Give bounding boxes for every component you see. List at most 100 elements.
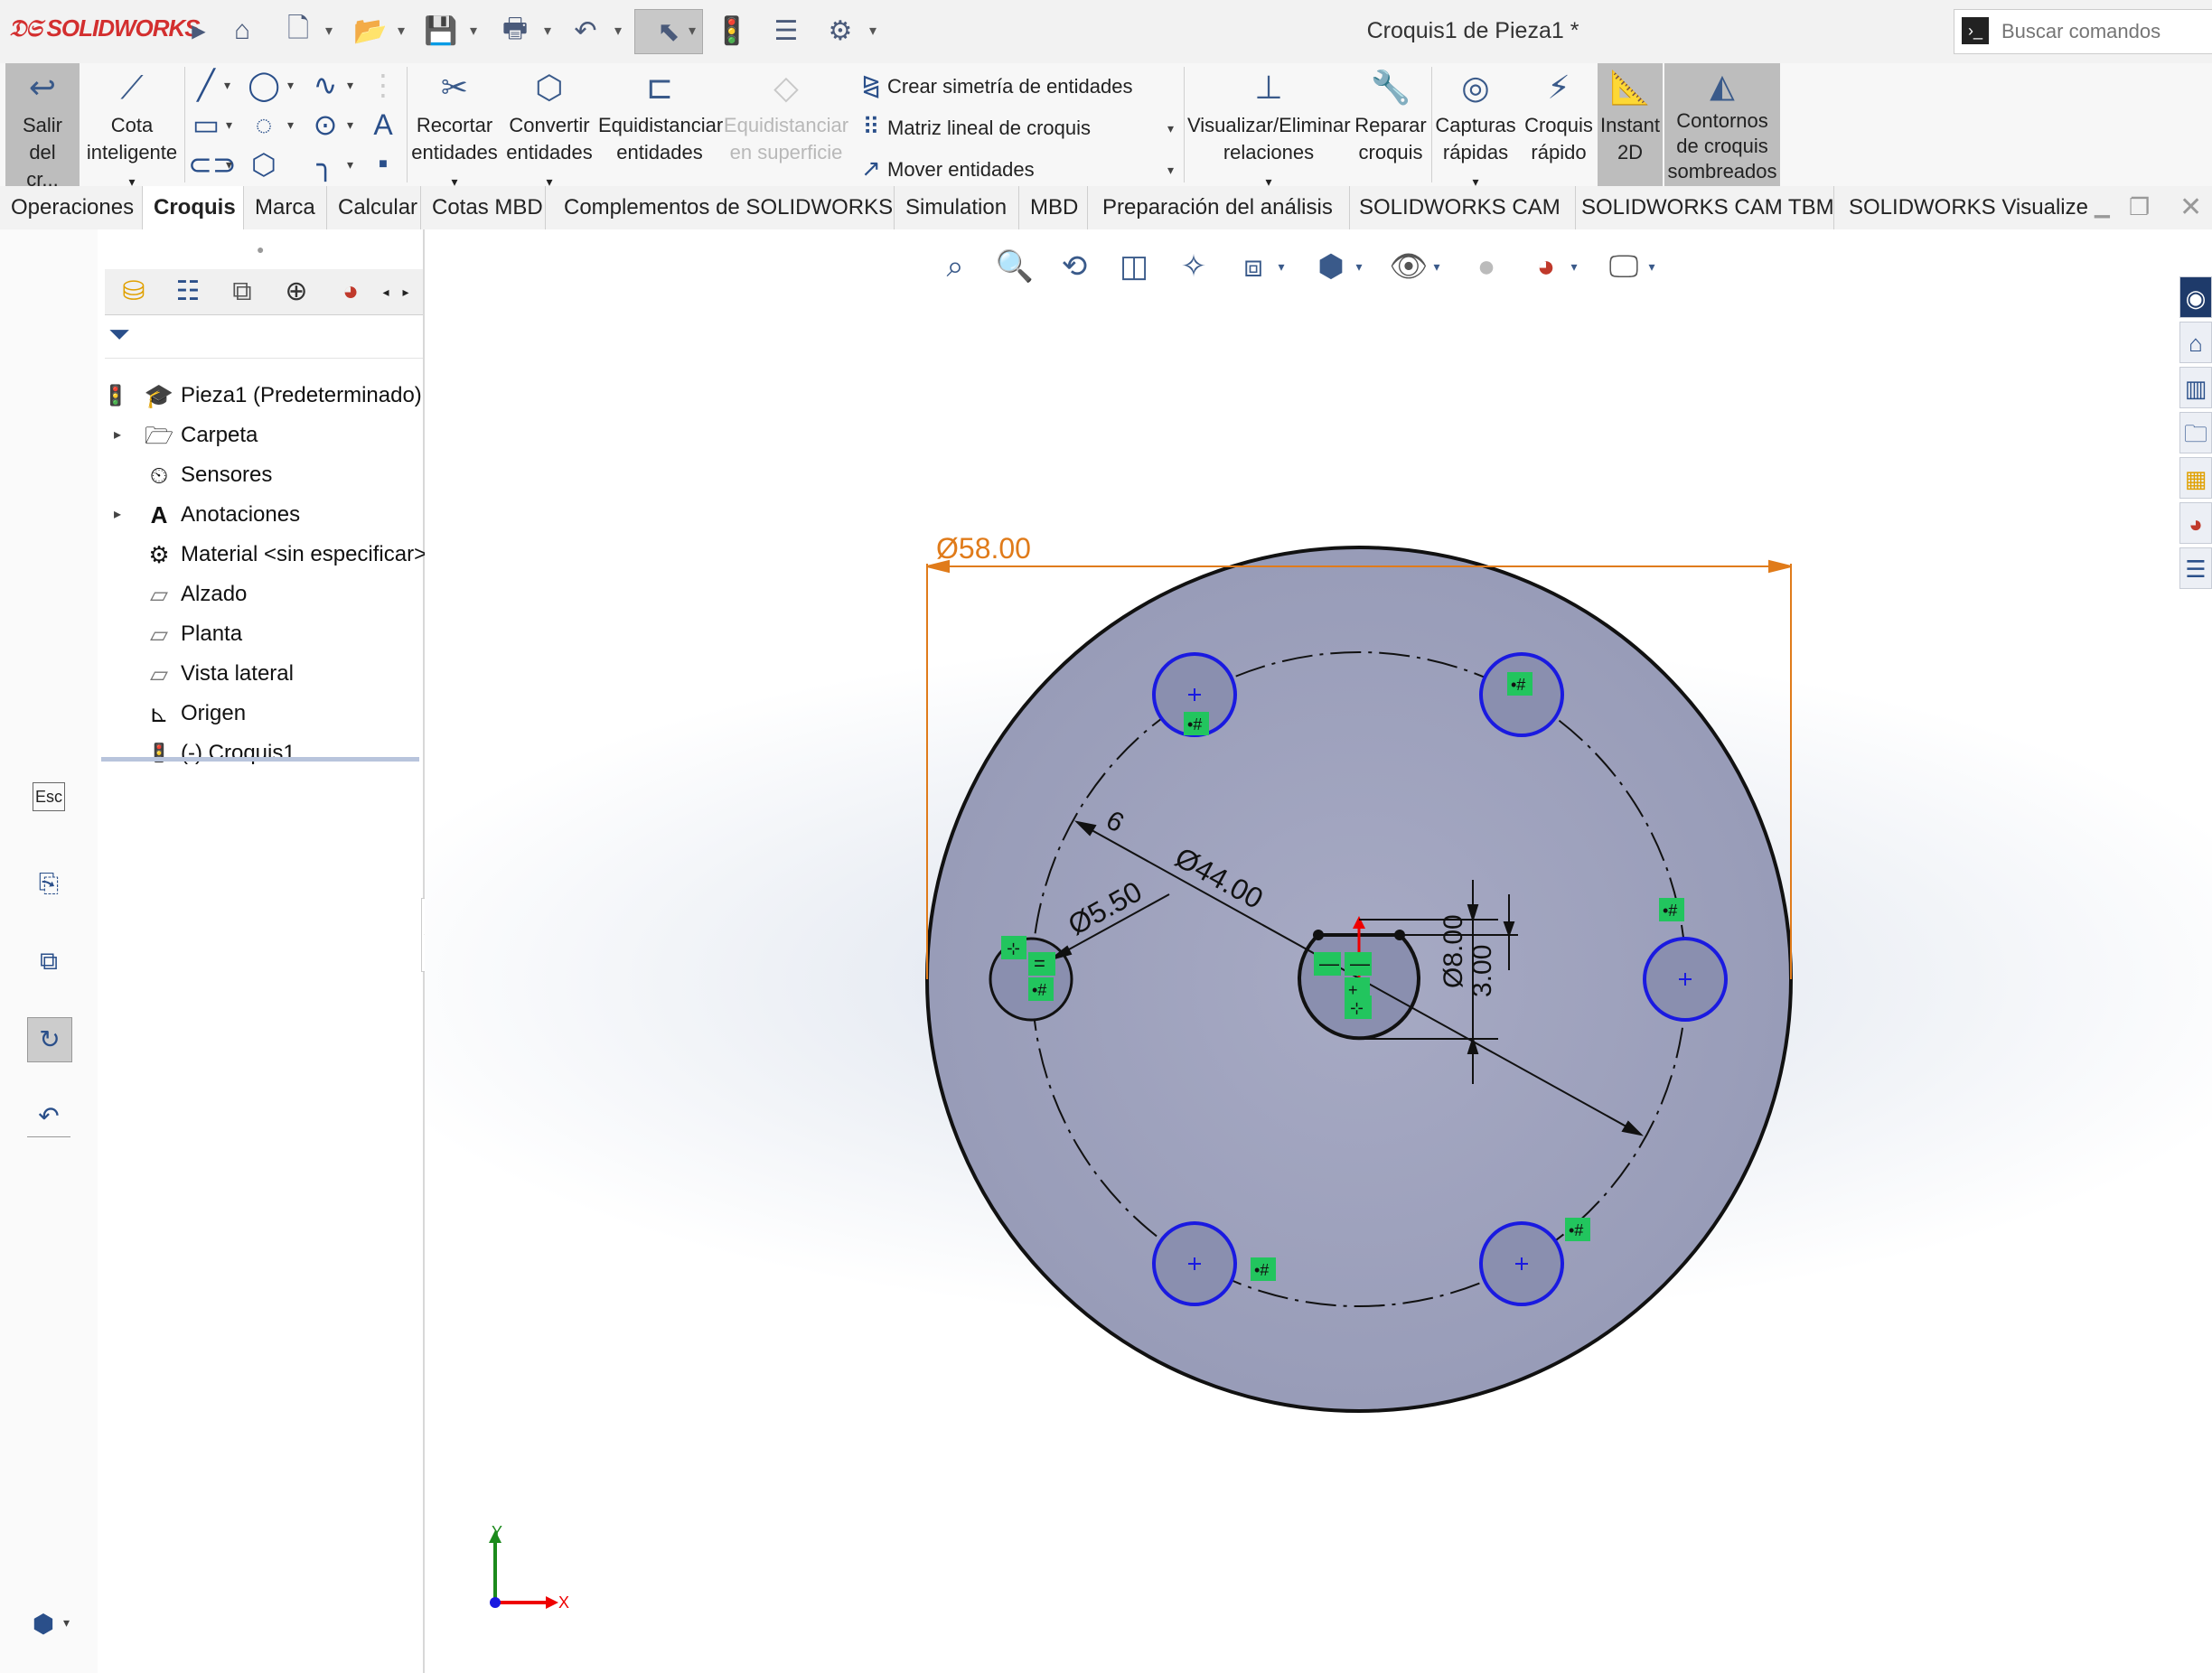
text-tool-icon[interactable]: A <box>365 107 401 143</box>
menu-expand-arrow-icon[interactable]: ▶ <box>177 9 220 52</box>
sensor-icon: ⏲ <box>149 462 169 489</box>
new-dropdown-icon[interactable]: ▾ <box>325 22 333 40</box>
close-icon[interactable]: ✕ <box>2179 192 2202 223</box>
save-dropdown-icon[interactable]: ▾ <box>470 22 477 40</box>
shaded-sketch-contours-button[interactable]: ◭ Contornos de croquis sombreados <box>1664 63 1780 186</box>
pattern-dropdown-icon[interactable]: ▾ <box>1167 121 1174 136</box>
graphics-area[interactable]: ⌕ 🔍 ⟲ ◫ ✧ ⧈ ▾ ⬢ ▾ 👁 ▾ ● ◕ ▾ 🖵 ▾ ◉ ⌂ ▥ 🗀 … <box>425 229 2212 1673</box>
open-icon[interactable]: 📂 <box>349 9 392 52</box>
move-dropdown-icon[interactable]: ▾ <box>1167 163 1174 178</box>
triad-x-label: X <box>558 1594 569 1612</box>
slot-dropdown-icon[interactable]: ▾ <box>226 157 232 173</box>
tab-cotas-mbd[interactable]: Cotas MBD <box>421 186 546 229</box>
tab-marca[interactable]: Marca <box>244 186 327 229</box>
relations-icon: ⊥ <box>1254 69 1283 106</box>
exit-sketch-button[interactable]: ↩ Salir del cr... ▾ <box>5 63 80 216</box>
rebuild-traffic-light-icon[interactable]: 🚦 <box>710 9 754 52</box>
line-dropdown-icon[interactable]: ▾ <box>224 78 230 93</box>
dim-center-hole-text[interactable]: Ø8.00 <box>1439 914 1468 988</box>
dim-outer-text[interactable]: Ø58.00 <box>936 532 1031 565</box>
configuration-manager-tab-icon[interactable]: ⧉ <box>219 273 266 311</box>
fillet-dropdown-icon[interactable]: ▾ <box>347 157 353 173</box>
command-search[interactable]: ›_ <box>1954 9 2212 54</box>
polygon-tool-icon[interactable]: ⬡ <box>246 146 282 182</box>
rapid-sketch-button[interactable]: ⚡ Croquis rápido <box>1518 63 1599 186</box>
circle-dropdown-icon[interactable]: ▾ <box>287 78 294 93</box>
rectangle-dropdown-icon[interactable]: ▾ <box>226 117 232 133</box>
new-document-icon[interactable]: 🗋 <box>276 9 320 52</box>
tab-solidworks-cam-tbm[interactable]: SOLIDWORKS CAM TBM <box>1576 186 1834 229</box>
tab-preparacion-analisis[interactable]: Preparación del análisis <box>1088 186 1350 229</box>
display-delete-relations-button[interactable]: ⊥ Visualizar/Eliminar relaciones ▾ <box>1187 63 1351 189</box>
search-input[interactable] <box>2000 15 2211 48</box>
view-cube-dropdown-icon[interactable]: ▾ <box>63 1615 70 1631</box>
point-tool-icon[interactable]: ■ <box>365 146 401 182</box>
panel-scroll-left-icon[interactable]: ◂ <box>376 273 396 311</box>
select-dropdown-icon[interactable]: ▾ <box>689 22 696 40</box>
property-manager-tab-icon[interactable]: ☷ <box>164 273 211 311</box>
print-icon[interactable]: 🖶 <box>493 9 537 52</box>
rollback-bar[interactable] <box>101 757 419 762</box>
tab-calcular[interactable]: Calcular <box>327 186 421 229</box>
esc-button[interactable]: Esc <box>33 782 65 811</box>
fillet-tool-icon[interactable]: ╮ <box>307 146 343 182</box>
home-icon[interactable]: ⌂ <box>220 9 264 52</box>
ellipse-tool-icon[interactable]: ⊙ <box>307 107 343 143</box>
rotate-lock-icon[interactable]: ↻ <box>27 1017 72 1062</box>
dimxpert-tab-icon[interactable]: ⊕ <box>273 273 320 311</box>
file-properties-icon[interactable]: ☰ <box>764 9 808 52</box>
trim-scissors-icon: ✂ <box>440 69 469 106</box>
appearance-tab-icon[interactable]: ◕ <box>327 273 374 311</box>
slot-tool-icon[interactable]: ⊂⊃ <box>188 146 237 182</box>
circle-tool-icon[interactable]: ◯ <box>246 67 282 103</box>
quick-snaps-button[interactable]: ◎ Capturas rápidas ▾ <box>1435 63 1516 189</box>
spline-tool-icon[interactable]: ∿ <box>307 67 343 103</box>
ellipse-dropdown-icon[interactable]: ▾ <box>347 117 353 133</box>
offset-entities-button[interactable]: ⊏ Equidistanciar entidades <box>598 63 723 186</box>
rectangle-tool-icon[interactable]: ▭ <box>188 107 224 143</box>
tab-solidworks-visualize[interactable]: SOLIDWORKS Visualize <box>1834 186 2088 229</box>
undo-dropdown-icon[interactable]: ▾ <box>614 22 622 40</box>
sketch-grid-icon[interactable]: ⋮ <box>365 67 401 103</box>
convert-entities-button[interactable]: ⬡ Convertir entidades ▾ <box>502 63 596 189</box>
smart-dimension-button[interactable]: ⟋ Cota inteligente ▾ <box>83 63 181 189</box>
move-entities-button[interactable]: ↗ Mover entidades <box>855 150 1035 186</box>
sketch-point[interactable] <box>1313 930 1324 940</box>
repair-sketch-button[interactable]: 🔧 Reparar croquis <box>1352 63 1429 186</box>
tab-solidworks-cam[interactable]: SOLIDWORKS CAM <box>1350 186 1576 229</box>
linear-pattern-icon: ⠿ <box>862 113 880 140</box>
expand-arrow-icon[interactable]: ▸ <box>114 495 132 535</box>
trim-entities-button[interactable]: ✂ Recortar entidades ▾ <box>408 63 501 189</box>
tab-complementos[interactable]: Complementos de SOLIDWORKS <box>546 186 895 229</box>
panel-grip-icon[interactable]: ● <box>257 242 264 257</box>
options-gear-icon[interactable]: ⚙ <box>819 9 862 52</box>
instant-2d-button[interactable]: 📐 Instant 2D <box>1598 63 1663 186</box>
panel-scroll-right-icon[interactable]: ▸ <box>396 273 416 311</box>
undo-strip-icon[interactable]: ↶ <box>27 1095 70 1138</box>
restore-icon[interactable]: ❐ <box>2129 193 2150 221</box>
tab-mbd[interactable]: MBD <box>1019 186 1088 229</box>
arc-dropdown-icon[interactable]: ▾ <box>287 117 294 133</box>
linear-sketch-pattern-button[interactable]: ⠿ Matriz lineal de croquis <box>855 108 1091 145</box>
feature-manager-tab-icon[interactable]: ⛁ <box>110 273 157 311</box>
options-dropdown-icon[interactable]: ▾ <box>869 22 876 40</box>
view-cube-icon[interactable]: ⬢ <box>22 1603 65 1646</box>
open-dropdown-icon[interactable]: ▾ <box>398 22 405 40</box>
sketch-shortcut-icon[interactable]: ⎘ <box>27 862 70 905</box>
selection-tool-icon[interactable]: ⧉ <box>27 939 70 983</box>
tab-croquis[interactable]: Croquis <box>143 186 244 229</box>
dim-flat-text[interactable]: 3.00 <box>1467 945 1497 997</box>
offset-surface-button[interactable]: ◇ Equidistanciar en superficie <box>723 63 849 186</box>
line-tool-icon[interactable]: ╱ <box>188 67 224 103</box>
expand-arrow-icon[interactable]: ▸ <box>114 416 132 455</box>
tab-operaciones[interactable]: Operaciones <box>0 186 143 229</box>
arc-tool-icon[interactable]: ◌ <box>246 107 282 143</box>
minimize-icon[interactable]: ▁ <box>2095 195 2110 219</box>
save-icon[interactable]: 💾 <box>419 9 463 52</box>
undo-icon[interactable]: ↶ <box>564 9 607 52</box>
filter-funnel-icon[interactable]: ⏷ <box>108 320 130 350</box>
spline-dropdown-icon[interactable]: ▾ <box>347 78 353 93</box>
tab-simulation[interactable]: Simulation <box>895 186 1019 229</box>
mirror-entities-button[interactable]: ⧎ Crear simetría de entidades <box>855 67 1132 103</box>
print-dropdown-icon[interactable]: ▾ <box>544 22 551 40</box>
